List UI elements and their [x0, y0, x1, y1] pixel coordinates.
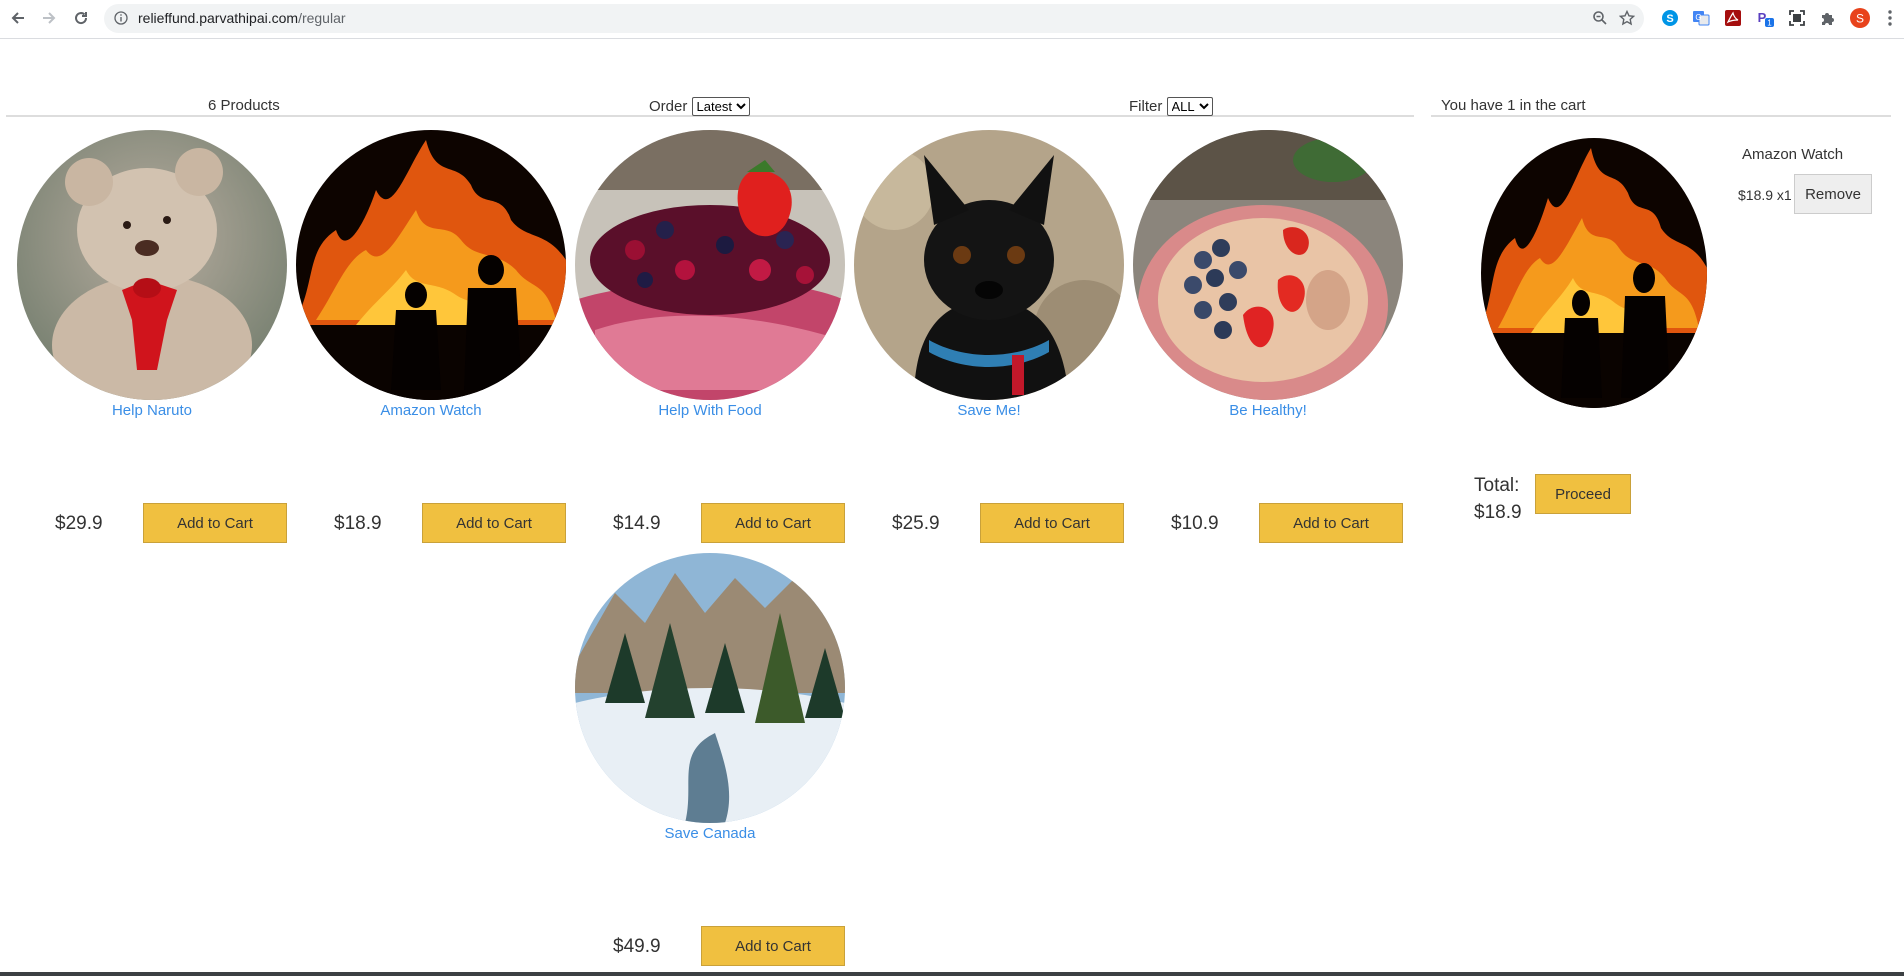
- order-label: Order: [649, 98, 688, 115]
- add-to-cart-button[interactable]: Add to Cart: [980, 503, 1124, 543]
- filter-control: Filter ALL: [1129, 97, 1213, 116]
- product-image-forest-fire[interactable]: [296, 130, 566, 400]
- address-bar[interactable]: relieffund.parvathipai.com/regular: [104, 4, 1644, 33]
- product-price: $25.9: [892, 513, 940, 534]
- product-card: Save Me! $25.9 Add to Cart: [854, 130, 1124, 543]
- cart-item-image-forest-fire: [1481, 138, 1707, 408]
- add-to-cart-button[interactable]: Add to Cart: [701, 926, 845, 966]
- price-row: $18.9 Add to Cart: [296, 503, 566, 545]
- taskbar-edge: [0, 972, 1904, 976]
- filter-bar: 6 Products Order Latest Filter ALL: [6, 83, 1414, 117]
- filter-label: Filter: [1129, 98, 1163, 115]
- remove-button[interactable]: Remove: [1794, 174, 1872, 214]
- product-image-teddy-bear[interactable]: [17, 130, 287, 400]
- translate-extension-icon[interactable]: G: [1691, 8, 1711, 28]
- price-row: $29.9 Add to Cart: [17, 503, 287, 545]
- cart-header: You have 1 in the cart: [1431, 83, 1891, 117]
- price-row: $14.9 Add to Cart: [575, 503, 845, 545]
- svg-text:G: G: [1695, 13, 1701, 22]
- proceed-button[interactable]: Proceed: [1535, 474, 1631, 514]
- forward-arrow-icon[interactable]: [38, 7, 60, 29]
- cart-total: Total: $18.9: [1474, 472, 1534, 526]
- puzzle-extensions-icon[interactable]: [1818, 8, 1838, 28]
- reload-icon[interactable]: [70, 7, 92, 29]
- skype-extension-icon[interactable]: S: [1660, 8, 1680, 28]
- svg-text:S: S: [1856, 12, 1864, 26]
- price-row: $10.9 Add to Cart: [1133, 503, 1403, 545]
- acrobat-extension-icon[interactable]: [1723, 8, 1743, 28]
- product-title[interactable]: Help With Food: [575, 402, 845, 419]
- product-price: $14.9: [613, 513, 661, 534]
- product-title[interactable]: Amazon Watch: [296, 402, 566, 419]
- product-card: Amazon Watch $18.9 Add to Cart: [296, 130, 566, 543]
- product-card: Be Healthy! $10.9 Add to Cart: [1133, 130, 1403, 543]
- total-value: $18.9: [1474, 502, 1522, 523]
- menu-kebab-icon[interactable]: [1884, 8, 1896, 28]
- product-card: Save Canada $49.9 Add to Cart: [575, 553, 845, 966]
- product-image-oatmeal-bowl[interactable]: [1133, 130, 1403, 400]
- url-text: relieffund.parvathipai.com/regular: [138, 10, 346, 26]
- product-price: $29.9: [55, 513, 103, 534]
- profile-avatar[interactable]: S: [1850, 8, 1870, 28]
- bookmark-star-icon[interactable]: [1618, 9, 1636, 31]
- product-card: Help With Food $14.9 Add to Cart: [575, 130, 845, 543]
- price-row: $49.9 Add to Cart: [575, 926, 845, 968]
- add-to-cart-button[interactable]: Add to Cart: [701, 503, 845, 543]
- browser-toolbar: relieffund.parvathipai.com/regular S G P…: [0, 0, 1904, 39]
- zoom-icon[interactable]: [1592, 10, 1608, 31]
- add-to-cart-button[interactable]: Add to Cart: [143, 503, 287, 543]
- order-control: Order Latest: [649, 97, 750, 116]
- filter-select[interactable]: ALL: [1166, 97, 1213, 116]
- product-title[interactable]: Be Healthy!: [1133, 402, 1403, 419]
- product-title[interactable]: Save Canada: [575, 825, 845, 842]
- add-to-cart-button[interactable]: Add to Cart: [1259, 503, 1403, 543]
- product-price: $18.9: [334, 513, 382, 534]
- product-count: 6 Products: [208, 97, 280, 114]
- cart-item-price-qty: $18.9 x1: [1738, 187, 1792, 203]
- product-price: $10.9: [1171, 513, 1219, 534]
- page-content: 6 Products Order Latest Filter ALL You h…: [0, 39, 1904, 972]
- screenshot-extension-icon[interactable]: [1787, 8, 1807, 28]
- site-info-icon[interactable]: [114, 11, 128, 30]
- back-arrow-icon[interactable]: [7, 7, 29, 29]
- order-select[interactable]: Latest: [691, 97, 750, 116]
- price-row: $25.9 Add to Cart: [854, 503, 1124, 545]
- url-path: /regular: [298, 10, 346, 26]
- svg-text:1: 1: [1767, 19, 1772, 28]
- p-extension-icon[interactable]: P1: [1755, 8, 1775, 28]
- product-price: $49.9: [613, 936, 661, 957]
- svg-text:S: S: [1666, 13, 1673, 25]
- add-to-cart-button[interactable]: Add to Cart: [422, 503, 566, 543]
- cart-count-text: You have 1 in the cart: [1441, 97, 1586, 114]
- product-image-snowy-forest[interactable]: [575, 553, 845, 823]
- cart-item-title: Amazon Watch: [1742, 146, 1844, 163]
- product-title[interactable]: Help Naruto: [17, 402, 287, 419]
- product-title[interactable]: Save Me!: [854, 402, 1124, 419]
- product-image-french-bulldog[interactable]: [854, 130, 1124, 400]
- product-image-berries[interactable]: [575, 130, 845, 400]
- total-label: Total:: [1474, 475, 1520, 496]
- product-card: Help Naruto $29.9 Add to Cart: [17, 130, 287, 543]
- url-host: relieffund.parvathipai.com: [138, 10, 299, 26]
